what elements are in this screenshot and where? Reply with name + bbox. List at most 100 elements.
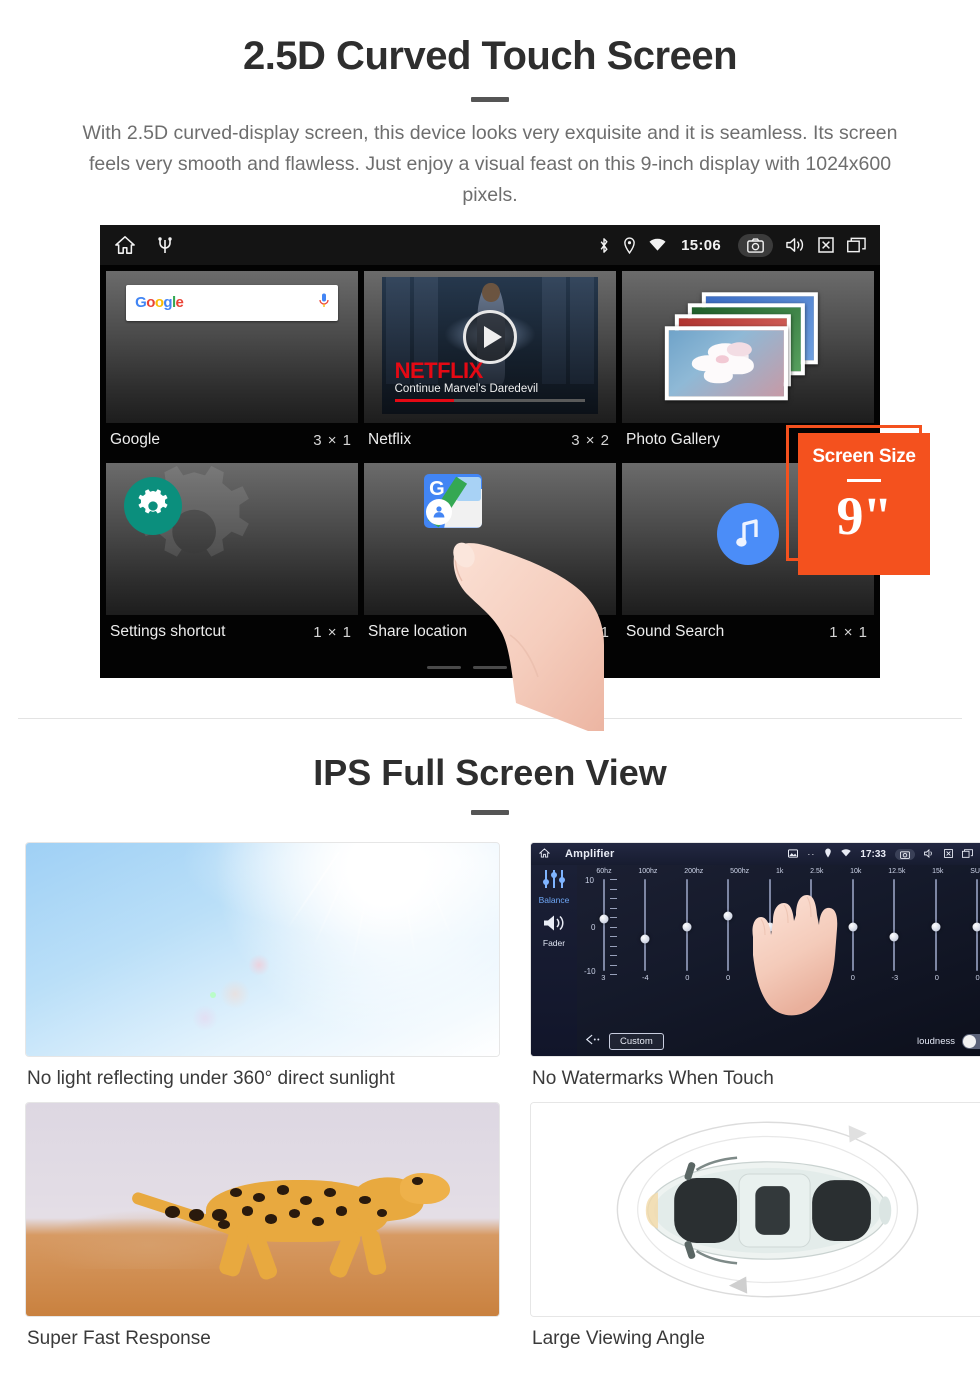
band-label: 200hz [684, 868, 704, 875]
band-value: 0 [726, 973, 731, 982]
widget-caption: Settings shortcut 1 × 1 [106, 615, 358, 649]
amplifier-clock: 17:33 [860, 848, 886, 860]
feature-caption: Super Fast Response [27, 1328, 211, 1349]
widget-name: Settings shortcut [110, 623, 226, 640]
balance-label[interactable]: Balance [531, 895, 577, 905]
title-underline-rule [471, 97, 509, 102]
band-label: 12.5k [888, 868, 906, 875]
loudness-label: loudness [916, 1035, 955, 1047]
eq-slider[interactable] [682, 879, 692, 971]
status-bar-clock: 15:06 [681, 236, 721, 254]
amplifier-equalizer-screenshot: Amplifier ·· 17:33 Balance Fader 60hz 10… [530, 842, 980, 1057]
close-icon[interactable] [944, 848, 953, 860]
feature-card: No light reflecting under 360° direct su… [25, 842, 500, 1090]
location-icon[interactable] [824, 848, 832, 860]
widget-size: 1 × 1 [829, 623, 868, 641]
fader-label[interactable]: Fader [531, 938, 577, 948]
more-icon[interactable]: ·· [807, 849, 815, 859]
google-search-widget: Google [106, 271, 358, 423]
ips-full-screen-view-section: IPS Full Screen View No light reflecting… [0, 752, 980, 1349]
curved-touch-screen-section: 2.5D Curved Touch Screen With 2.5D curve… [0, 0, 980, 731]
loudness-toggle[interactable] [962, 1033, 980, 1049]
touching-hand-illustration [752, 895, 838, 1016]
camera-icon[interactable] [895, 848, 915, 860]
band-label: 10k [850, 868, 862, 875]
usb-icon[interactable] [158, 236, 172, 254]
widget-size: 3 × 1 [313, 431, 352, 449]
feature-caption: Large Viewing Angle [532, 1328, 705, 1349]
eq-slider[interactable] [931, 879, 941, 971]
feature-caption: No light reflecting under 360° direct su… [27, 1068, 395, 1089]
amplifier-status-bar: Amplifier ·· 17:33 [531, 843, 980, 865]
preset-custom-button[interactable]: Custom [609, 1032, 664, 1050]
touching-hand-illustration [453, 542, 604, 731]
scale-label-min: -10 [584, 967, 596, 976]
close-icon[interactable] [818, 237, 834, 253]
widget-card-netflix[interactable]: NETFLIX Continue Marvel's Daredevil Netf… [364, 271, 616, 457]
camera-icon[interactable] [738, 233, 773, 257]
location-icon[interactable] [623, 236, 636, 254]
gallery-icon[interactable] [788, 848, 799, 860]
back-arrow-icon[interactable] [585, 1032, 601, 1050]
eq-slider[interactable] [599, 879, 609, 971]
band-label: SUB [970, 868, 980, 875]
photo-gallery-widget [622, 271, 874, 423]
eq-slider[interactable] [889, 879, 899, 971]
eq-slider[interactable] [723, 879, 733, 971]
device-screenshot-wrap: 15:06 Google Google 3 × 1 NETFLIX Contin… [0, 225, 980, 731]
amplifier-title: Amplifier [565, 848, 615, 860]
section2-title-underline [471, 810, 509, 815]
widget-name: Google [110, 431, 160, 448]
scale-label-max: 10 [585, 876, 594, 885]
widget-name: Sound Search [626, 623, 725, 640]
recent-apps-icon[interactable] [962, 848, 973, 860]
widget-card-settings-shortcut[interactable]: Settings shortcut 1 × 1 [106, 463, 358, 649]
widget-card-google[interactable]: Google Google 3 × 1 [106, 271, 358, 457]
band-label: 1k [775, 868, 784, 875]
feature-card: Super Fast Response [25, 1102, 500, 1350]
gear-icon[interactable] [123, 476, 182, 535]
feature-card: Amplifier ·· 17:33 Balance Fader 60hz 10… [530, 842, 980, 1090]
band-label: 15k [932, 868, 944, 875]
page-title: 2.5D Curved Touch Screen [242, 34, 738, 78]
volume-icon[interactable] [924, 848, 935, 860]
equalizer-icon[interactable] [531, 869, 577, 894]
google-search-bar[interactable]: Google [126, 284, 338, 322]
band-label: 2.5k [810, 868, 824, 875]
bluetooth-icon[interactable] [598, 237, 610, 254]
status-bar: 15:06 [100, 225, 880, 265]
music-note-icon[interactable] [717, 502, 779, 565]
widget-name: Photo Gallery [626, 431, 720, 448]
google-maps-icon[interactable]: G [424, 473, 483, 528]
band-label: 100hz [638, 868, 658, 875]
band-label: 60hz [596, 868, 612, 875]
widget-caption: Netflix 3 × 2 [364, 423, 616, 457]
wifi-icon[interactable] [841, 849, 852, 859]
screen-size-value: 9" [836, 486, 893, 546]
widget-size: 1 × 1 [313, 623, 352, 641]
wifi-icon[interactable] [649, 238, 666, 252]
band-value: 0 [934, 973, 939, 982]
home-icon[interactable] [114, 235, 136, 255]
map-person-pin-icon [425, 499, 452, 526]
volume-icon[interactable] [786, 237, 805, 253]
microphone-icon[interactable] [319, 293, 329, 313]
eq-slider[interactable] [972, 879, 980, 971]
speaker-icon[interactable] [531, 914, 577, 937]
play-button-icon[interactable] [463, 310, 517, 365]
settings-shortcut-widget [106, 463, 358, 615]
band-value: -3 [891, 973, 899, 982]
recent-apps-icon[interactable] [847, 237, 866, 253]
scale-label-mid: 0 [591, 923, 596, 932]
screen-size-badge: Screen Size 9" [798, 433, 930, 575]
band-label: 500hz [730, 868, 750, 875]
playback-progress-bar[interactable] [394, 398, 586, 402]
netflix-brand-logo: NETFLIX [394, 357, 484, 383]
home-icon[interactable] [538, 848, 551, 860]
eq-slider[interactable] [640, 879, 650, 971]
section-description: With 2.5D curved-display screen, this de… [82, 122, 898, 206]
amplifier-footer: Custom loudness [577, 1028, 980, 1054]
google-logo: Google [135, 294, 184, 312]
amplifier-side-controls: Balance Fader [531, 865, 577, 1056]
screen-size-label: Screen Size [812, 446, 916, 467]
